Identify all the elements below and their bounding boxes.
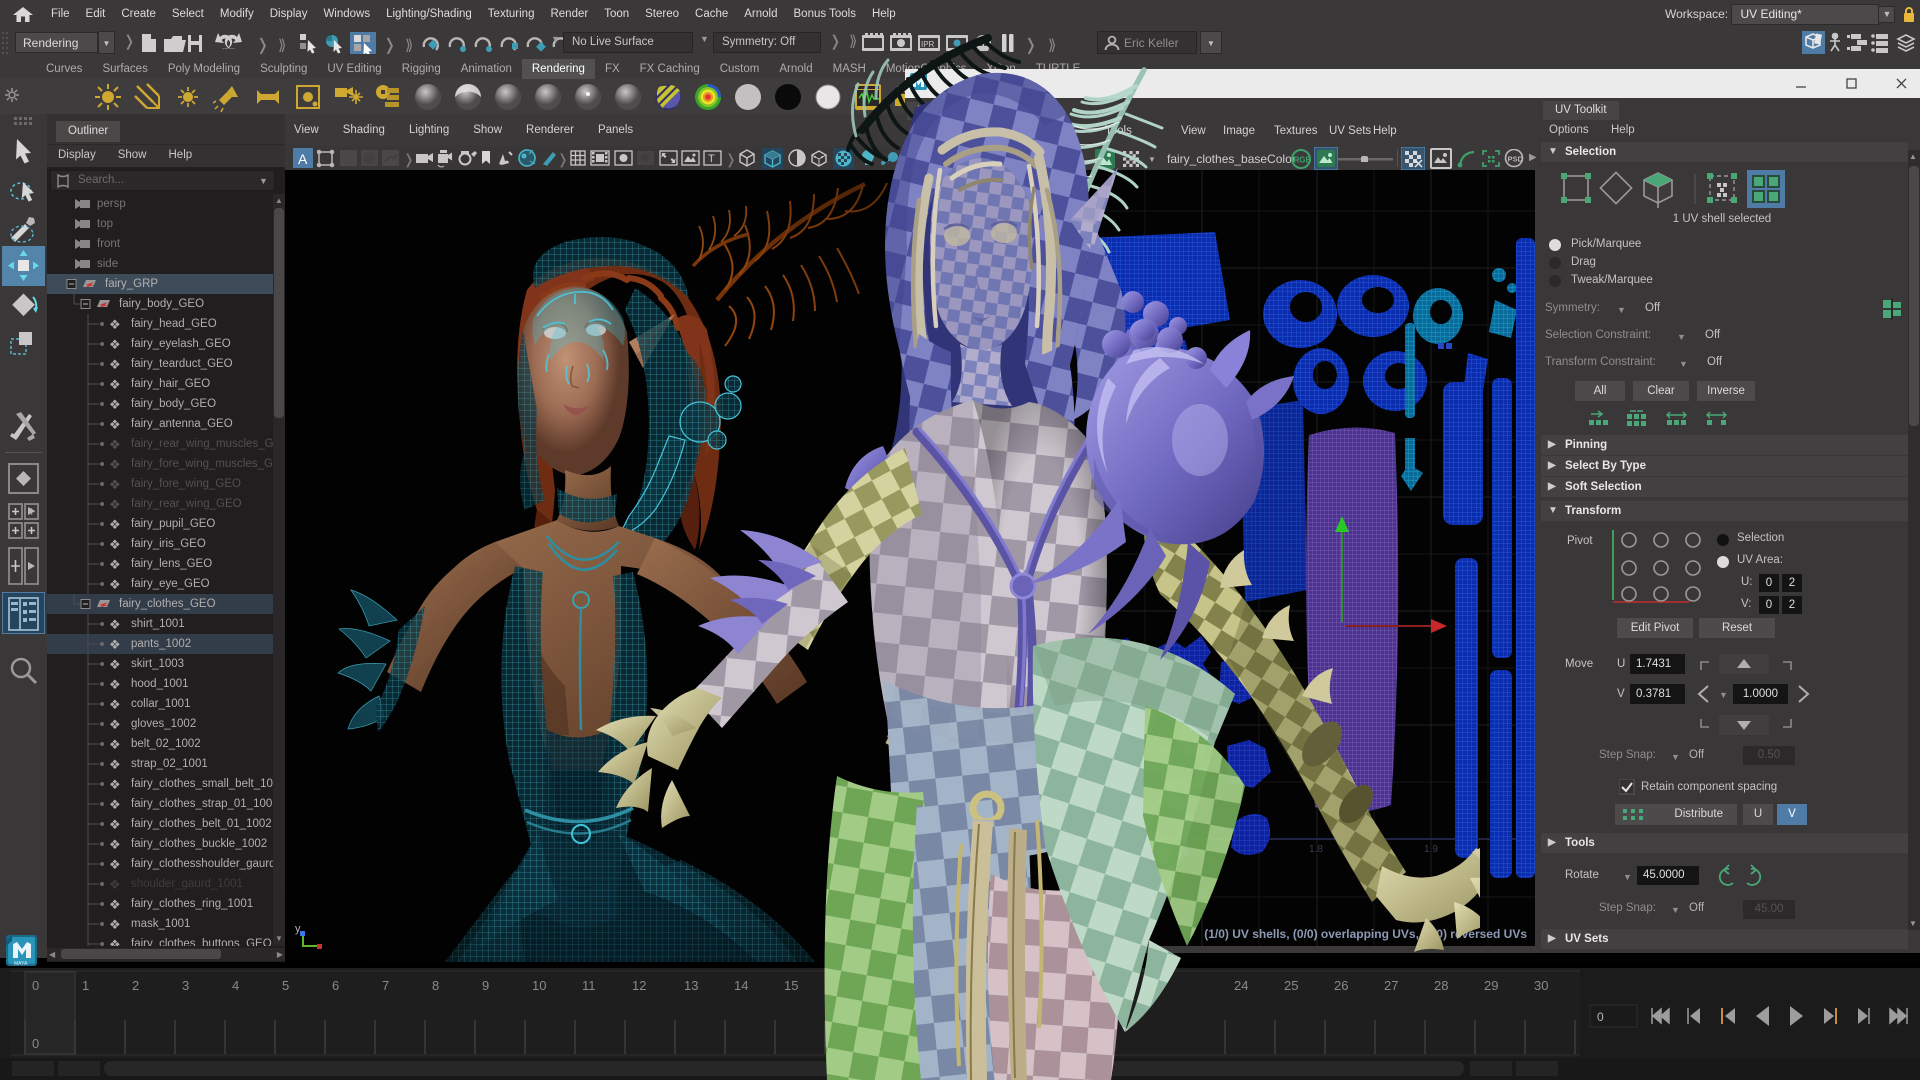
svg-text:❖: ❖	[109, 657, 121, 672]
svg-text:❭: ❭	[383, 37, 396, 54]
svg-text:❭: ❭	[557, 151, 569, 168]
svg-text:❖: ❖	[109, 857, 121, 872]
svg-text:❖: ❖	[109, 577, 121, 592]
svg-text:12: 12	[632, 978, 646, 993]
svg-text:16: 16	[834, 978, 848, 993]
svg-text:11: 11	[582, 978, 596, 993]
svg-text:7: 7	[382, 978, 389, 993]
svg-text:❖: ❖	[109, 837, 121, 852]
svg-text:10: 10	[532, 978, 546, 993]
svg-text:⟫: ⟫	[278, 37, 286, 54]
svg-text:❖: ❖	[109, 457, 121, 472]
svg-text:⟫: ⟫	[405, 37, 413, 54]
svg-text:1.5: 1.5	[965, 844, 979, 855]
svg-text:1.6: 1.6	[1080, 844, 1094, 855]
svg-text:27: 27	[1384, 978, 1398, 993]
svg-text:❖: ❖	[109, 397, 121, 412]
svg-text:1.7: 1.7	[1195, 844, 1209, 855]
svg-text:24: 24	[1234, 978, 1248, 993]
svg-text:❖: ❖	[109, 517, 121, 532]
svg-text:5: 5	[282, 978, 289, 993]
svg-text:30: 30	[1534, 978, 1548, 993]
svg-text:❖: ❖	[109, 817, 121, 832]
svg-text:❖: ❖	[109, 937, 121, 946]
svg-text:❖: ❖	[109, 497, 121, 512]
svg-text:❖: ❖	[109, 717, 121, 732]
svg-text:❭: ❭	[1024, 37, 1037, 54]
svg-text:❖: ❖	[109, 797, 121, 812]
svg-text:3: 3	[182, 978, 189, 993]
svg-text:1.8: 1.8	[1309, 844, 1323, 855]
svg-text:0: 0	[32, 1036, 39, 1051]
svg-text:IPR: IPR	[921, 40, 935, 49]
svg-text:❖: ❖	[109, 617, 121, 632]
svg-text:0: 0	[32, 978, 39, 993]
svg-text:4: 4	[232, 978, 239, 993]
svg-text:13: 13	[684, 978, 698, 993]
svg-text:❖: ❖	[109, 437, 121, 452]
svg-text:⟫: ⟫	[1048, 37, 1056, 54]
svg-text:❖: ❖	[109, 537, 121, 552]
svg-text:PSD: PSD	[1508, 155, 1524, 164]
svg-text:❖: ❖	[109, 337, 121, 352]
svg-text:0: 0	[1597, 1010, 1604, 1024]
svg-text:6: 6	[332, 978, 339, 993]
svg-text:❭: ❭	[403, 151, 415, 168]
svg-text:2: 2	[132, 978, 139, 993]
svg-text:❖: ❖	[109, 317, 121, 332]
svg-text:MAYA: MAYA	[14, 961, 28, 966]
svg-text:9: 9	[482, 978, 489, 993]
svg-text:17: 17	[884, 978, 898, 993]
svg-text:❖: ❖	[109, 917, 121, 932]
svg-text:RGB: RGB	[1294, 156, 1312, 165]
svg-text:26: 26	[1334, 978, 1348, 993]
svg-text:❖: ❖	[109, 777, 121, 792]
svg-text:A: A	[298, 151, 308, 167]
svg-text:❭: ❭	[256, 37, 269, 54]
svg-text:❖: ❖	[109, 557, 121, 572]
svg-text:❖: ❖	[109, 737, 121, 752]
svg-text:❖: ❖	[109, 757, 121, 772]
svg-text:❖: ❖	[109, 377, 121, 392]
svg-text:28: 28	[1434, 978, 1448, 993]
svg-text:❖: ❖	[109, 417, 121, 432]
svg-text:❖: ❖	[109, 677, 121, 692]
svg-text:15: 15	[784, 978, 798, 993]
svg-text:❖: ❖	[109, 477, 121, 492]
svg-text:(1/0) UV shells, (0/0) overlap: (1/0) UV shells, (0/0) overlapping UVs, …	[1204, 927, 1527, 941]
svg-text:❖: ❖	[109, 637, 121, 652]
svg-text:T: T	[708, 153, 715, 165]
svg-text:14: 14	[734, 978, 748, 993]
svg-text:1.9: 1.9	[1424, 844, 1438, 855]
svg-text:❭: ❭	[725, 151, 737, 168]
svg-text:29: 29	[1484, 978, 1498, 993]
svg-text:❖: ❖	[109, 897, 121, 912]
svg-text:8: 8	[432, 978, 439, 993]
svg-text:1: 1	[82, 978, 89, 993]
svg-text:25: 25	[1284, 978, 1298, 993]
svg-text:❖: ❖	[109, 357, 121, 372]
svg-text:❖: ❖	[109, 877, 121, 892]
svg-text:❖: ❖	[109, 697, 121, 712]
